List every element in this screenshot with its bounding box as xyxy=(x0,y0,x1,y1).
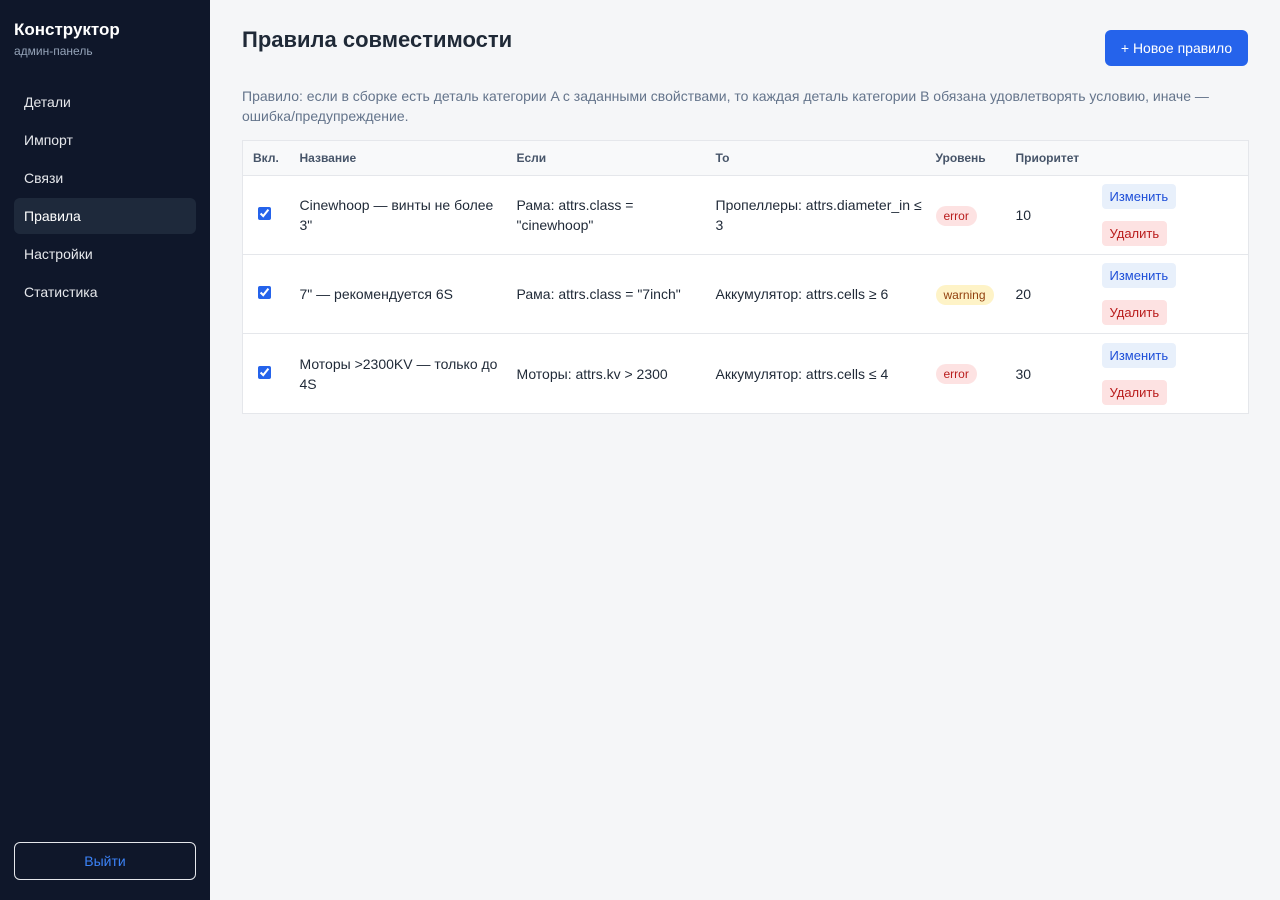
enabled-cell xyxy=(243,334,290,414)
column-header-enabled: Вкл. xyxy=(242,140,290,176)
rule-priority: 10 xyxy=(1005,175,1092,255)
page-description: Правило: если в сборке есть деталь катег… xyxy=(242,88,1209,124)
rules-table: Вкл. Название Если То Уровень Приоритет … xyxy=(242,140,1249,414)
sidebar-item-details[interactable]: Детали xyxy=(14,84,196,120)
column-header-actions xyxy=(1091,140,1249,176)
table-header-row: Вкл. Название Если То Уровень Приоритет xyxy=(242,140,1249,176)
rule-then: Аккумулятор: attrs.cells ≥ 6 xyxy=(705,254,926,334)
brand: Конструктор админ-панель xyxy=(14,20,120,58)
column-header-then: То xyxy=(705,140,926,176)
rule-priority: 30 xyxy=(1015,365,1032,382)
level-badge: error xyxy=(935,205,977,226)
delete-rule-button[interactable]: Удалить xyxy=(1101,300,1168,325)
new-rule-button[interactable]: + Новое правило xyxy=(1105,30,1248,66)
delete-rule-button[interactable]: Удалить xyxy=(1101,379,1168,405)
table-row: Cinewhoop — винты не более 3" Рама: attr… xyxy=(242,175,1249,255)
column-header-name: Название xyxy=(289,140,507,176)
rule-name: Cinewhoop — винты не более 3" xyxy=(289,175,507,255)
sidebar-item-links[interactable]: Связи xyxy=(14,160,196,196)
actions-cell: Изменить Удалить xyxy=(1091,175,1249,255)
brand-subtitle: админ-панель xyxy=(14,44,93,58)
level-cell: error xyxy=(926,334,1006,414)
brand-title: Конструктор xyxy=(14,20,120,39)
rule-then: Пропеллеры: attrs.diameter_in ≤ 3 xyxy=(705,175,926,255)
sidebar-item-statistics[interactable]: Статистика xyxy=(14,274,196,310)
table-row: 7" — рекомендуется 6S Рама: attrs.class … xyxy=(242,254,1249,334)
sidebar-item-settings[interactable]: Настройки xyxy=(14,236,196,272)
rule-if: Рама: attrs.class = "7inch" xyxy=(506,254,706,334)
rule-if: Рама: attrs.class = "cinewhoop" xyxy=(506,175,706,255)
rule-if: Моторы: attrs.kv > 2300 xyxy=(516,365,668,382)
level-badge: warning xyxy=(935,284,994,305)
rule-then: Аккумулятор: attrs.cells ≤ 4 xyxy=(715,365,889,382)
edit-rule-button[interactable]: Изменить xyxy=(1101,184,1177,209)
table-row: Моторы >2300KV — только до 4S Моторы: at… xyxy=(243,334,1249,414)
column-header-priority: Приоритет xyxy=(1005,140,1092,176)
level-cell: error xyxy=(925,175,1006,255)
rule-priority: 20 xyxy=(1005,254,1092,334)
rule-enabled-checkbox[interactable] xyxy=(258,207,271,220)
sidebar-item-import[interactable]: Импорт xyxy=(14,122,196,158)
delete-rule-button[interactable]: Удалить xyxy=(1101,221,1168,246)
rule-name: 7" — рекомендуется 6S xyxy=(289,254,507,334)
column-header-if: Если xyxy=(506,140,706,176)
sidebar-item-rules[interactable]: Правила xyxy=(14,198,196,234)
edit-rule-button[interactable]: Изменить xyxy=(1101,263,1177,288)
enabled-cell xyxy=(242,175,290,255)
actions-cell: Изменить Удалить xyxy=(1091,254,1249,334)
enabled-cell xyxy=(242,254,290,334)
sidebar-nav: Детали Импорт Связи Правила Настройки Ст… xyxy=(14,84,196,312)
actions-cell: Изменить Удалить xyxy=(1092,334,1249,414)
rule-enabled-checkbox[interactable] xyxy=(258,365,271,379)
level-cell: warning xyxy=(925,254,1006,334)
sidebar: Конструктор админ-панель Детали Импорт С… xyxy=(0,0,210,900)
edit-rule-button[interactable]: Изменить xyxy=(1101,342,1177,368)
column-header-level: Уровень xyxy=(925,140,1006,176)
level-badge: error xyxy=(935,364,977,384)
page-title: Правила совместимости xyxy=(242,27,513,52)
rule-name: Моторы >2300KV — только до 4S xyxy=(299,355,498,392)
logout-button[interactable]: Выйти xyxy=(14,842,196,880)
rule-enabled-checkbox[interactable] xyxy=(258,286,271,299)
